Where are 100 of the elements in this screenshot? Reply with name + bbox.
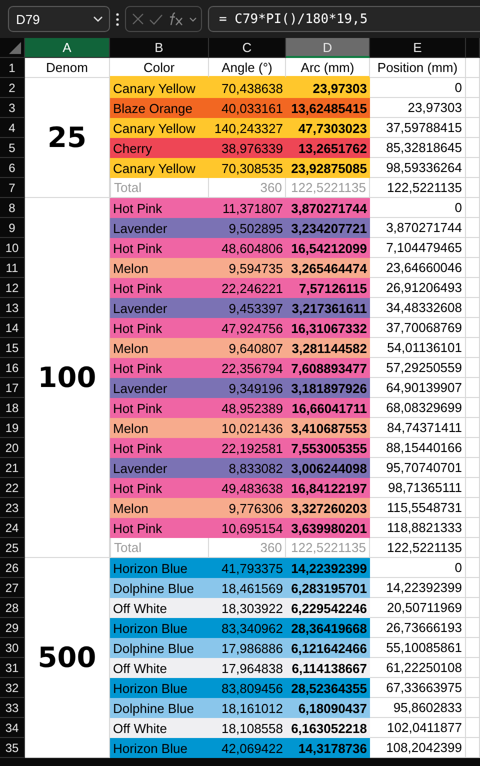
color-cell: Horizon Blue [110, 678, 209, 698]
row-header[interactable]: 22 [0, 478, 25, 498]
angle-cell: 17,964838 [209, 658, 286, 678]
row-header[interactable]: 23 [0, 498, 25, 518]
angle-cell: 47,924756 [209, 318, 286, 338]
position-cell: 54,01136101 [370, 338, 466, 358]
name-box[interactable]: D79 [8, 6, 110, 32]
row-header[interactable]: 10 [0, 238, 25, 258]
arc-cell: 13,2651762 [286, 138, 370, 158]
row-header[interactable]: 14 [0, 318, 25, 338]
color-cell: Lavender [110, 378, 209, 398]
chevron-down-icon[interactable] [189, 16, 197, 22]
row-header[interactable]: 17 [0, 378, 25, 398]
arc-cell: 16,84122197 [286, 478, 370, 498]
arc-cell: 28,36419668 [286, 618, 370, 638]
color-cell: Hot Pink [110, 478, 209, 498]
color-cell: Dolphine Blue [110, 578, 209, 598]
arc-cell: 3,265464474 [286, 258, 370, 278]
row-header[interactable]: 11 [0, 258, 25, 278]
arc-cell: 13,62485415 [286, 98, 370, 118]
check-icon[interactable] [149, 14, 163, 24]
position-cell: 20,50711969 [370, 598, 466, 618]
row-header[interactable]: 28 [0, 598, 25, 618]
angle-cell: 22,246221 [209, 278, 286, 298]
arc-cell: 16,54212099 [286, 238, 370, 258]
row-header[interactable]: 30 [0, 638, 25, 658]
row-header[interactable]: 2 [0, 78, 25, 98]
row-header[interactable]: 35 [0, 738, 25, 758]
select-all-icon[interactable] [9, 42, 21, 54]
arc-cell: 7,57126115 [286, 278, 370, 298]
arc-cell: 6,229542246 [286, 598, 370, 618]
position-cell: 84,74371411 [370, 418, 466, 438]
row-header[interactable]: 16 [0, 358, 25, 378]
row-header[interactable]: 7 [0, 178, 25, 198]
column-header[interactable]: D [286, 38, 370, 58]
position-cell: 98,71365111 [370, 478, 466, 498]
arc-cell: 7,608893477 [286, 358, 370, 378]
arc-cell: 23,92875085 [286, 158, 370, 178]
more-options-icon[interactable] [116, 12, 119, 26]
row-header[interactable]: 8 [0, 198, 25, 218]
row-header[interactable]: 9 [0, 218, 25, 238]
row-header[interactable]: 4 [0, 118, 25, 138]
arc-cell: 3,181897926 [286, 378, 370, 398]
color-cell: Blaze Orange [110, 98, 209, 118]
angle-cell: 10,695154 [209, 518, 286, 538]
position-cell: 118,8821333 [370, 518, 466, 538]
row-header[interactable]: 33 [0, 698, 25, 718]
angle-cell: 11,371807 [209, 198, 286, 218]
row-header[interactable]: 26 [0, 558, 25, 578]
position-cell: 88,15440166 [370, 438, 466, 458]
row-header[interactable]: 21 [0, 458, 25, 478]
row-header[interactable]: 32 [0, 678, 25, 698]
color-cell: Off White [110, 658, 209, 678]
angle-cell: 40,033161 [209, 98, 286, 118]
angle-cell: 70,438638 [209, 78, 286, 98]
arc-cell: 23,97303 [286, 78, 370, 98]
position-cell: 85,32818645 [370, 138, 466, 158]
position-cell: 14,22392399 [370, 578, 466, 598]
position-cell: 26,91206493 [370, 278, 466, 298]
row-header[interactable]: 3 [0, 98, 25, 118]
angle-cell: 48,604806 [209, 238, 286, 258]
row-header[interactable]: 15 [0, 338, 25, 358]
position-cell: 61,22250108 [370, 658, 466, 678]
formula-input[interactable]: = C79*PI()/180*19,5 [208, 6, 480, 32]
row-header[interactable]: 19 [0, 418, 25, 438]
row-header[interactable]: 34 [0, 718, 25, 738]
function-icon[interactable] [168, 12, 184, 26]
row-header[interactable]: 31 [0, 658, 25, 678]
color-cell: Hot Pink [110, 278, 209, 298]
color-cell: Horizon Blue [110, 618, 209, 638]
color-cell: Hot Pink [110, 318, 209, 338]
row-header[interactable]: 13 [0, 298, 25, 318]
row-header[interactable]: 12 [0, 278, 25, 298]
column-header[interactable]: B [110, 38, 209, 58]
row-header[interactable]: 27 [0, 578, 25, 598]
cancel-icon[interactable] [132, 13, 144, 25]
row-header[interactable]: 6 [0, 158, 25, 178]
row-header[interactable]: 24 [0, 518, 25, 538]
color-cell: Hot Pink [110, 518, 209, 538]
row-header[interactable]: 29 [0, 618, 25, 638]
color-cell: Off White [110, 598, 209, 618]
angle-cell: 140,243327 [209, 118, 286, 138]
position-cell: 122,5221135 [370, 538, 466, 558]
position-cell: 115,5548731 [370, 498, 466, 518]
row-header[interactable]: 18 [0, 398, 25, 418]
row-header[interactable]: 5 [0, 138, 25, 158]
row-header[interactable]: 20 [0, 438, 25, 458]
position-cell: 0 [370, 78, 466, 98]
column-header[interactable]: C [209, 38, 286, 58]
position-cell: 95,70740701 [370, 458, 466, 478]
row-header[interactable]: 1 [0, 58, 25, 78]
column-header[interactable]: E [370, 38, 466, 58]
row-header[interactable]: 25 [0, 538, 25, 558]
arc-cell: 6,163052218 [286, 718, 370, 738]
arc-cell: 14,22392399 [286, 558, 370, 578]
angle-cell: 9,594735 [209, 258, 286, 278]
angle-cell: 9,502895 [209, 218, 286, 238]
arc-cell: 3,281144582 [286, 338, 370, 358]
column-header[interactable]: A [25, 38, 110, 58]
color-cell: Melon [110, 338, 209, 358]
